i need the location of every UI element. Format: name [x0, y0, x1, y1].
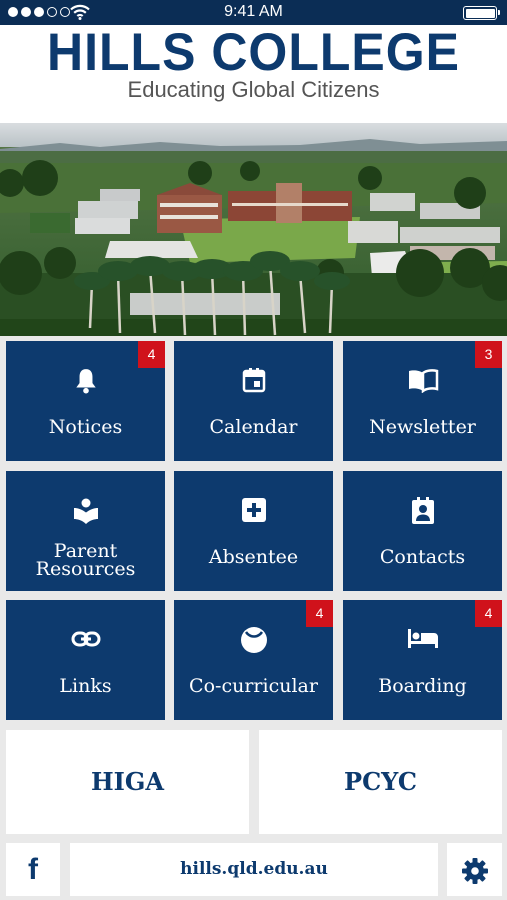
- tile-label-calendar: Calendar: [209, 416, 298, 438]
- tile-label-parent-resources: Parent Resources: [6, 542, 165, 580]
- battery-icon: [463, 6, 500, 20]
- book-icon: [343, 367, 502, 397]
- ball-icon: [174, 626, 333, 656]
- tile-parent-resources[interactable]: Parent Resources: [6, 471, 165, 591]
- tile-absentee[interactable]: Absentee: [174, 471, 333, 591]
- status-bar: 9:41 AM: [0, 0, 507, 25]
- tile-notices[interactable]: Notices 4: [6, 341, 165, 461]
- higa-button[interactable]: HIGA: [6, 730, 249, 834]
- calendar-icon: [174, 367, 333, 397]
- tile-label-boarding: Boarding: [378, 675, 467, 697]
- tile-label-contacts: Contacts: [379, 546, 466, 568]
- tile-label-line: Resources: [35, 558, 136, 580]
- reading-person-icon: [6, 497, 165, 527]
- tile-label-links: Links: [59, 675, 112, 697]
- bed-icon: [343, 626, 502, 656]
- plus-box-icon: [174, 497, 333, 527]
- tile-calendar[interactable]: Calendar: [174, 341, 333, 461]
- contact-card-icon: [343, 497, 502, 527]
- website-link[interactable]: hills.qld.edu.au: [70, 843, 438, 896]
- notification-badge: 4: [475, 600, 502, 627]
- notification-badge: 3: [475, 341, 502, 368]
- tile-co-curricular[interactable]: Co-curricular 4: [174, 600, 333, 720]
- facebook-icon: f: [28, 853, 38, 886]
- link-icon: [6, 626, 165, 656]
- tile-label-newsletter: Newsletter: [369, 416, 476, 438]
- college-logo-title: HILLS COLLEGE: [47, 25, 460, 82]
- campus-aerial-photo: [0, 123, 507, 336]
- tile-boarding[interactable]: Boarding 4: [343, 600, 502, 720]
- tile-label-notices: Notices: [48, 416, 123, 438]
- facebook-button[interactable]: f: [6, 843, 60, 896]
- tile-label-co-curricular: Co-curricular: [189, 675, 318, 697]
- bell-icon: [6, 367, 165, 397]
- tile-newsletter[interactable]: Newsletter 3: [343, 341, 502, 461]
- college-tagline: Educating Global Citizens: [127, 77, 380, 102]
- tile-links[interactable]: Links: [6, 600, 165, 720]
- notification-badge: 4: [138, 341, 165, 368]
- app-header: HILLS COLLEGE Educating Global Citizens: [0, 25, 507, 123]
- tile-contacts[interactable]: Contacts: [343, 471, 502, 591]
- status-time: 9:41 AM: [224, 3, 283, 20]
- settings-button[interactable]: [447, 843, 502, 896]
- pcyc-button[interactable]: PCYC: [259, 730, 502, 834]
- gear-icon: [461, 857, 488, 884]
- tile-label-absentee: Absentee: [208, 546, 299, 568]
- notification-badge: 4: [306, 600, 333, 627]
